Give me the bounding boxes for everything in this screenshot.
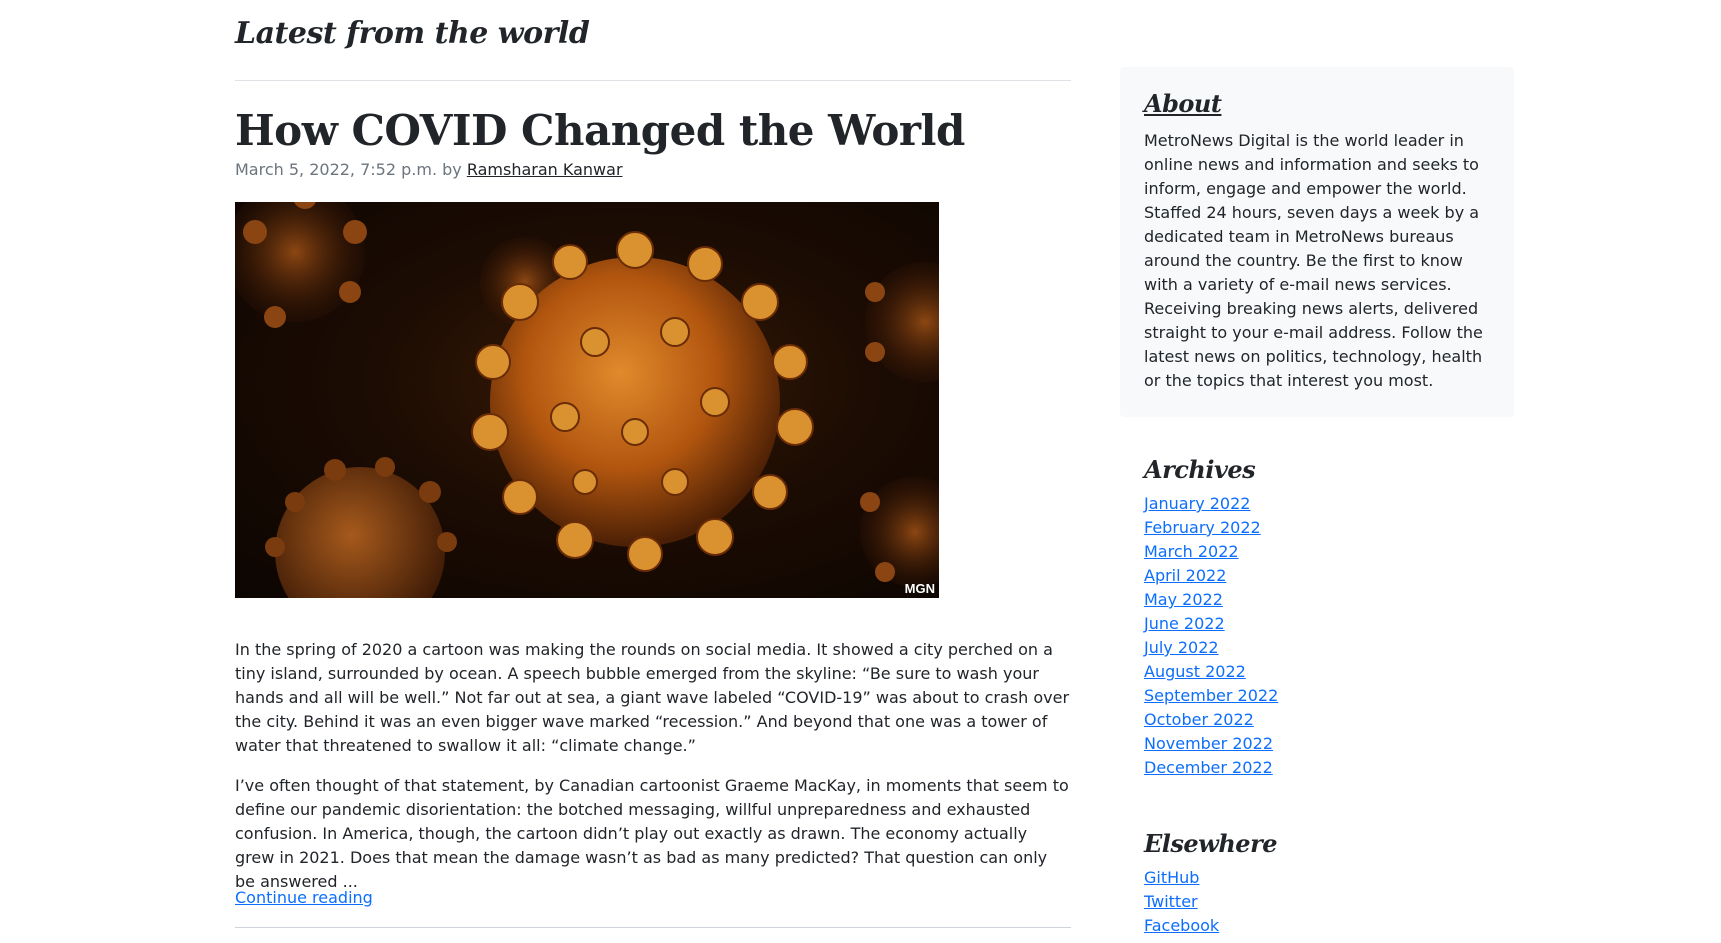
archive-link-january-2022[interactable]: January 2022 [1144, 494, 1250, 513]
archive-link-april-2022[interactable]: April 2022 [1144, 566, 1226, 585]
about-text: MetroNews Digital is the world leader in… [1144, 131, 1483, 390]
post-image: MGN [235, 202, 939, 598]
archive-link-december-2022[interactable]: December 2022 [1144, 758, 1273, 777]
elsewhere-list: GitHub Twitter Facebook [1144, 866, 1490, 938]
page-heading: Latest from the world [235, 16, 590, 51]
post-author-link[interactable]: Ramsharan Kanwar [467, 160, 623, 179]
post-paragraph: I’ve often thought of that statement, by… [235, 776, 1069, 891]
archive-link-march-2022[interactable]: March 2022 [1144, 542, 1239, 561]
elsewhere-heading: Elsewhere [1144, 829, 1277, 858]
archive-link-august-2022[interactable]: August 2022 [1144, 662, 1246, 681]
coronavirus-illustration [235, 202, 939, 598]
elsewhere-section: Elsewhere GitHub Twitter Facebook [1144, 829, 1490, 938]
post-by: by [442, 160, 462, 179]
post-meta: March 5, 2022, 7:52 p.m. by Ramsharan Ka… [235, 160, 623, 179]
archive-link-june-2022[interactable]: June 2022 [1144, 614, 1225, 633]
archive-link-february-2022[interactable]: February 2022 [1144, 518, 1261, 537]
divider [235, 80, 1071, 81]
divider [235, 927, 1071, 928]
facebook-link[interactable]: Facebook [1144, 916, 1219, 935]
post-date: March 5, 2022, 7:52 p.m. [235, 160, 438, 179]
archive-link-july-2022[interactable]: July 2022 [1144, 638, 1219, 657]
twitter-link[interactable]: Twitter [1144, 892, 1198, 911]
archives-list: January 2022 February 2022 March 2022 Ap… [1144, 492, 1490, 780]
archives-heading: Archives [1144, 455, 1256, 484]
about-heading: About [1144, 89, 1222, 118]
archive-link-september-2022[interactable]: September 2022 [1144, 686, 1278, 705]
post-body: In the spring of 2020 a cartoon was maki… [235, 638, 1071, 910]
continue-reading-link[interactable]: Continue reading [235, 888, 373, 907]
post-title[interactable]: How COVID Changed the World [235, 106, 965, 155]
post-paragraph: In the spring of 2020 a cartoon was maki… [235, 640, 1070, 755]
archive-link-may-2022[interactable]: May 2022 [1144, 590, 1223, 609]
about-box: About MetroNews Digital is the world lea… [1120, 67, 1514, 417]
archives-section: Archives January 2022 February 2022 Marc… [1144, 455, 1490, 780]
github-link[interactable]: GitHub [1144, 868, 1199, 887]
archive-link-november-2022[interactable]: November 2022 [1144, 734, 1273, 753]
archive-link-october-2022[interactable]: October 2022 [1144, 710, 1254, 729]
image-credit: MGN [904, 581, 935, 596]
